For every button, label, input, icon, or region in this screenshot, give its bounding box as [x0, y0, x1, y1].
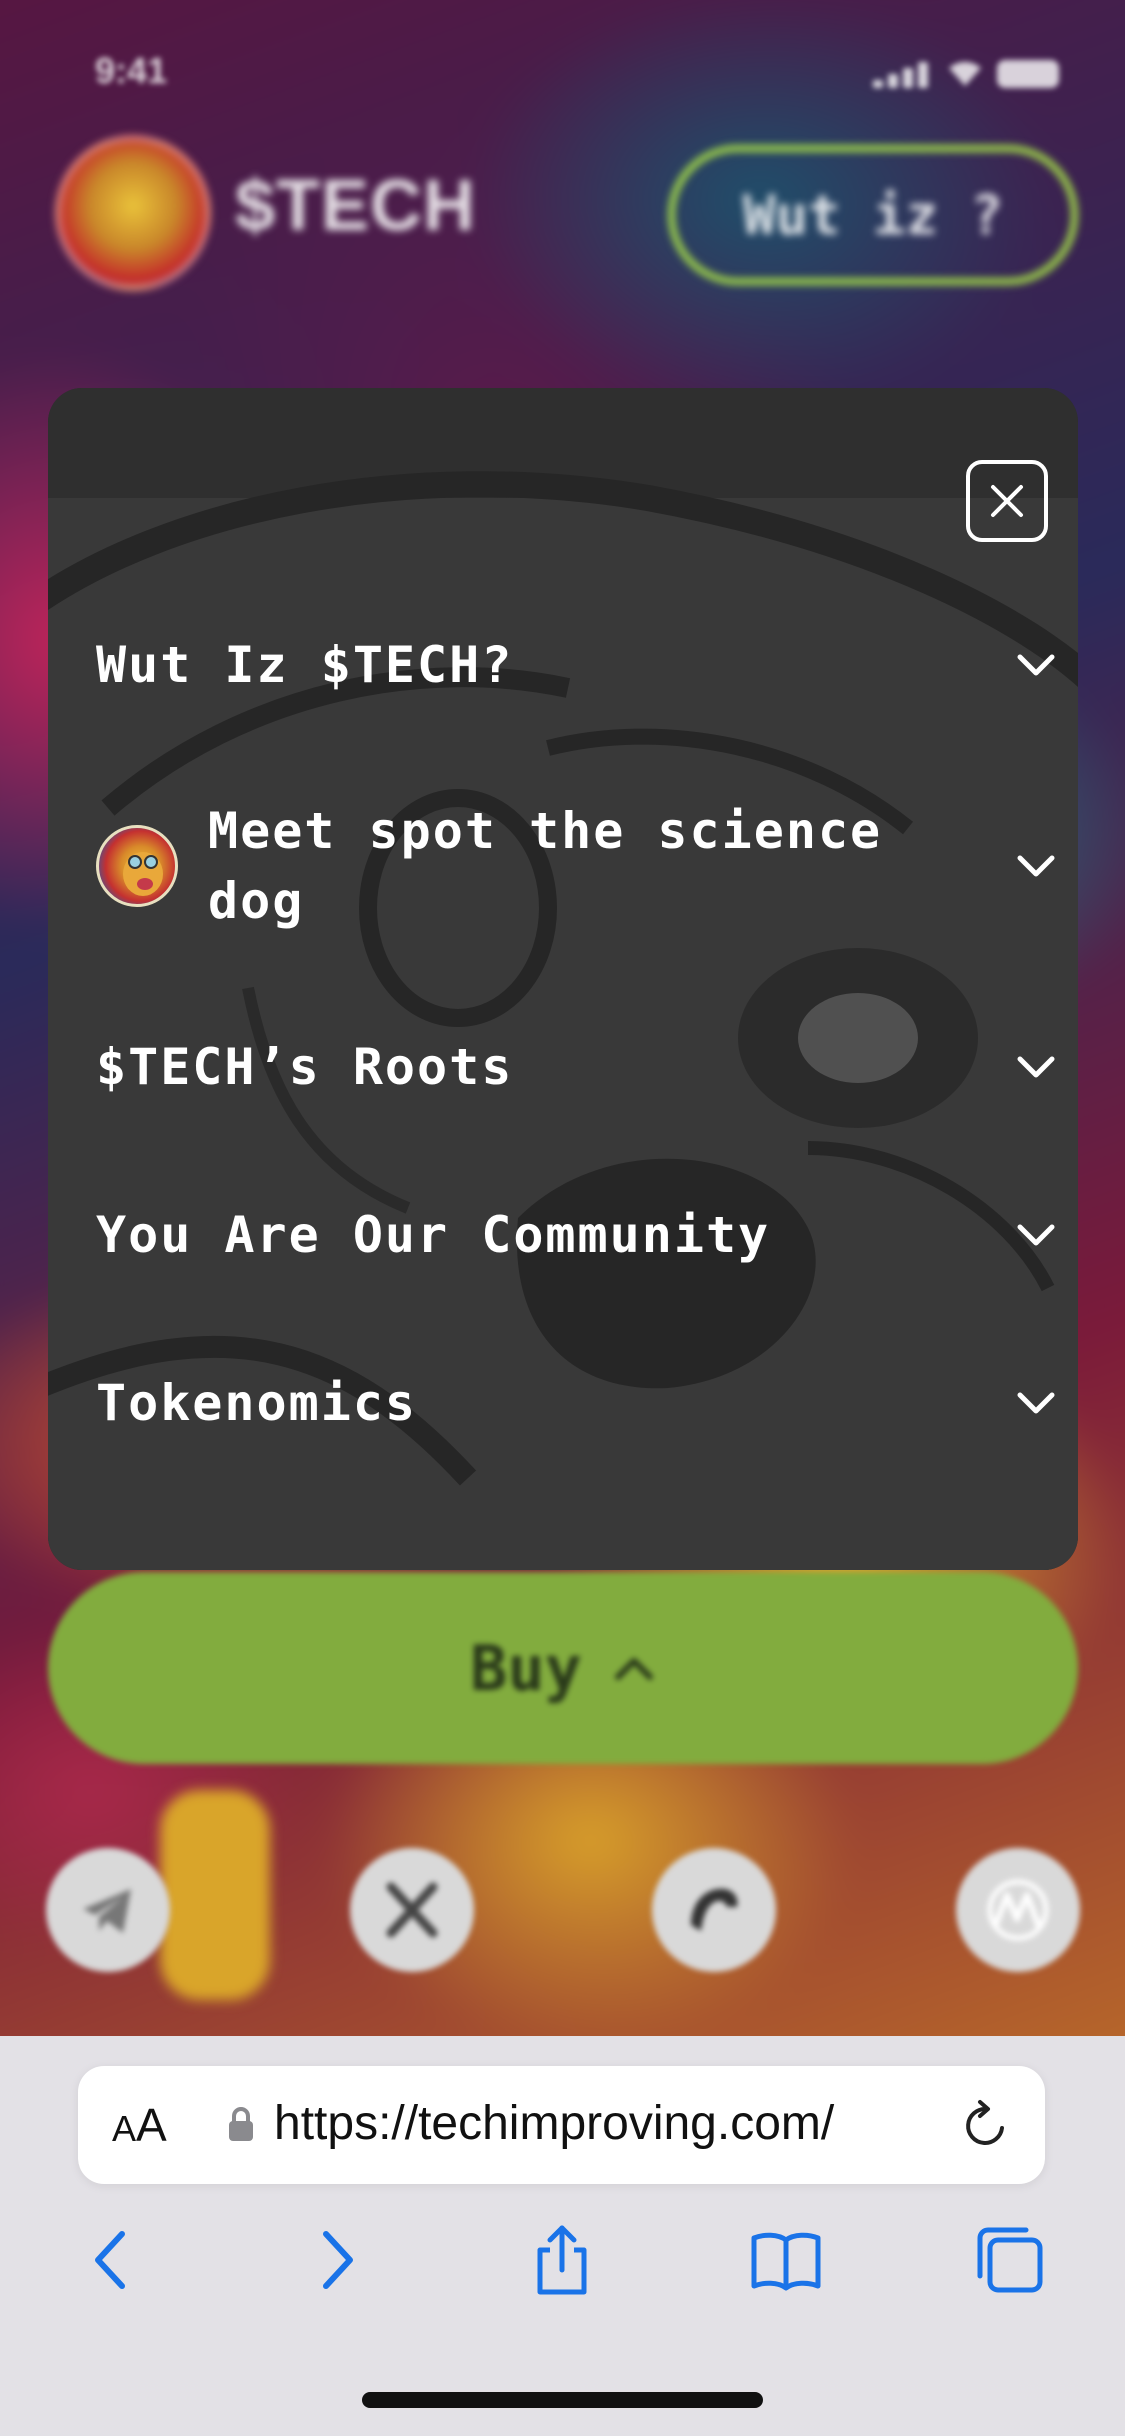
- chevron-down-icon: [1017, 1392, 1055, 1414]
- bookmarks-button[interactable]: [746, 2220, 826, 2300]
- close-button[interactable]: [944, 460, 1070, 542]
- close-icon: [991, 485, 1023, 517]
- chevron-down-icon: [1017, 1224, 1055, 1246]
- text-size-small-a: A: [112, 2108, 137, 2149]
- share-icon: [537, 2225, 587, 2295]
- spot-dog-face: [123, 852, 163, 896]
- status-time: 9:41: [95, 50, 168, 91]
- accordion-item-tech-roots[interactable]: $TECH’s Roots: [96, 1032, 1056, 1102]
- site-header: $TECH Wut iz ?: [0, 135, 1125, 305]
- text-size-big-a: A: [136, 2099, 167, 2151]
- accordion-item-wut-iz-tech[interactable]: Wut Iz $TECH?: [96, 630, 1056, 700]
- forward-button[interactable]: [296, 2220, 376, 2300]
- x-link[interactable]: [350, 1848, 474, 1972]
- close-button-frame: [966, 460, 1048, 542]
- accordion-label-line-2: dog: [208, 872, 305, 930]
- browser-bottom-bar: AA https://techimproving.com/: [0, 2036, 1125, 2436]
- battery-icon: [997, 60, 1059, 88]
- accordion-label-line-1: Meet spot the science: [208, 802, 883, 860]
- bird-link[interactable]: [652, 1848, 776, 1972]
- status-bar: 9:41: [0, 40, 1125, 110]
- buy-button[interactable]: Buy: [48, 1572, 1078, 1764]
- wut-iz-nav-button[interactable]: Wut iz ?: [668, 145, 1078, 285]
- lock-icon: [229, 2107, 253, 2141]
- telegram-icon: [83, 1889, 131, 1933]
- spot-logo-avatar[interactable]: [55, 135, 211, 291]
- status-icons: [873, 58, 1073, 88]
- address-bar[interactable]: AA https://techimproving.com/: [78, 2066, 1045, 2184]
- accordion-label: $TECH’s Roots: [96, 1038, 514, 1096]
- chevron-right-icon: [323, 2231, 353, 2289]
- accordion-item-community[interactable]: You Are Our Community: [96, 1200, 1056, 1270]
- x-icon: [386, 1882, 438, 1938]
- reload-icon[interactable]: [958, 2098, 1014, 2154]
- social-links: [0, 1848, 1125, 1978]
- coinmarketcap-link[interactable]: [956, 1848, 1080, 1972]
- accordion-item-meet-spot[interactable]: Meet spot the science dog: [96, 796, 1056, 936]
- spot-avatar: [96, 825, 178, 907]
- chevron-down-icon: [1017, 855, 1055, 877]
- site-brand-title[interactable]: $TECH: [235, 165, 476, 247]
- telegram-link[interactable]: [46, 1848, 170, 1972]
- wifi-icon: [949, 61, 981, 86]
- buy-button-label: Buy: [470, 1631, 582, 1705]
- chevron-up-icon: [614, 1658, 653, 1680]
- chevron-left-icon: [95, 2231, 125, 2289]
- chevron-down-icon: [1017, 654, 1055, 676]
- bird-icon: [691, 1888, 738, 1931]
- chevron-down-icon: [1017, 1056, 1055, 1078]
- url-text: https://techimproving.com/: [274, 2097, 835, 2150]
- back-button[interactable]: [72, 2220, 152, 2300]
- accordion-label-group: Meet spot the science dog: [208, 796, 882, 936]
- share-button[interactable]: [522, 2220, 602, 2300]
- home-indicator[interactable]: [362, 2392, 763, 2408]
- accordion-label: Tokenomics: [96, 1374, 418, 1432]
- cellular-signal-icon: [873, 62, 928, 88]
- tabs-icon: [977, 2227, 1043, 2293]
- browser-toolbar: [0, 2220, 1125, 2310]
- accordion-label: Wut Iz $TECH?: [96, 636, 514, 694]
- info-menu-modal: Wut Iz $TECH? Meet spot the science dog …: [48, 388, 1078, 1570]
- accordion-label: You Are Our Community: [96, 1206, 771, 1264]
- book-icon: [751, 2232, 821, 2291]
- coinmarketcap-icon: [987, 1879, 1049, 1941]
- text-size-button[interactable]: AA: [112, 2098, 167, 2152]
- tabs-button[interactable]: [970, 2220, 1050, 2300]
- accordion-item-tokenomics[interactable]: Tokenomics: [96, 1368, 1056, 1438]
